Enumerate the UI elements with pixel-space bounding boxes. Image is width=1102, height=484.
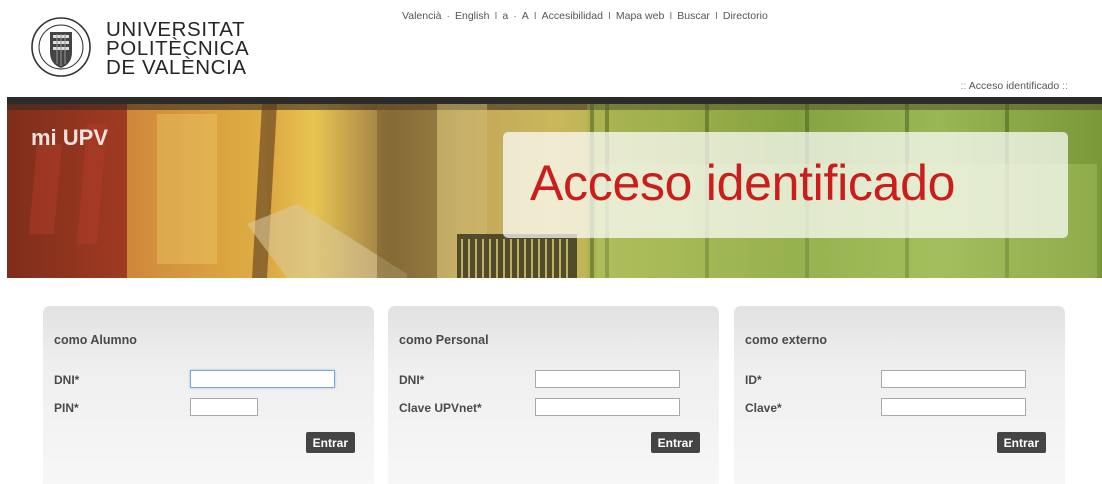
nav-buscar[interactable]: Buscar (677, 10, 710, 22)
nav-directorio[interactable]: Directorio (723, 10, 768, 22)
mi-upv-label: mi UPV (31, 125, 109, 150)
nav-font-smaller[interactable]: a (502, 10, 508, 22)
breadcrumb-prefix: :: (960, 80, 969, 92)
personal-clave-input[interactable] (535, 398, 680, 416)
externo-id-input[interactable] (881, 370, 1026, 388)
nav-separator: I (669, 10, 673, 22)
university-seal-icon (31, 17, 91, 77)
nav-separator: I (607, 10, 611, 22)
university-name: UNIVERSITAT POLITÈCNICA DE VALÈNCIA (106, 19, 249, 79)
alumno-entrar-button[interactable]: Entrar (305, 432, 355, 453)
dni-label: DNI* (399, 373, 425, 387)
hero-banner: mi UPV Acceso identificado (7, 104, 1102, 278)
breadcrumb-suffix: :: (1059, 80, 1068, 92)
nav-dot-separator: · (446, 10, 451, 22)
id-label: ID* (745, 373, 762, 387)
login-panel-personal: como Personal DNI* Clave UPVnet* Entrar (388, 306, 719, 484)
breadcrumb-label: Acceso identificado (968, 80, 1060, 92)
panel-title: como Personal (399, 333, 489, 347)
page-title: Acceso identificado (530, 155, 956, 211)
nav-mapa-web[interactable]: Mapa web (616, 10, 664, 22)
personal-entrar-button[interactable]: Entrar (650, 432, 700, 453)
nav-separator: I (533, 10, 537, 22)
alumno-pin-input[interactable] (190, 398, 258, 416)
nav-dot-separator: · (513, 10, 517, 22)
nav-accesibilidad[interactable]: Accesibilidad (542, 10, 603, 22)
university-logo[interactable]: UNIVERSITAT POLITÈCNICA DE VALÈNCIA (31, 14, 261, 84)
banner-title-box: Acceso identificado (503, 132, 1068, 238)
login-panel-alumno: como Alumno DNI* PIN* Entrar (43, 306, 374, 484)
header-divider-bar (7, 97, 1102, 104)
clave-upvnet-label: Clave UPVnet* (399, 401, 482, 415)
alumno-dni-input[interactable] (190, 370, 335, 388)
logo-line-3: DE VALÈNCIA (106, 56, 247, 79)
pin-label: PIN* (54, 401, 79, 415)
clave-label: Clave* (745, 401, 782, 415)
top-navigation: Valencià · English Ia · A I Accesibilidad I Mapa … (402, 10, 768, 22)
nav-valenciano[interactable]: Valencià (402, 10, 442, 22)
access-breadcrumb[interactable]: :: Acceso identificado :: (961, 80, 1068, 92)
panel-title: como externo (745, 333, 827, 347)
nav-font-larger[interactable]: A (522, 10, 529, 22)
personal-dni-input[interactable] (535, 370, 680, 388)
dni-label: DNI* (54, 373, 80, 387)
panel-title: como Alumno (54, 333, 137, 347)
login-panel-externo: como externo ID* Clave* Entrar (734, 306, 1065, 484)
nav-english[interactable]: English (455, 10, 489, 22)
externo-entrar-button[interactable]: Entrar (996, 432, 1046, 453)
floor-grate (457, 234, 577, 278)
externo-clave-input[interactable] (881, 398, 1026, 416)
nav-separator: I (494, 10, 498, 22)
nav-separator: I (714, 10, 718, 22)
